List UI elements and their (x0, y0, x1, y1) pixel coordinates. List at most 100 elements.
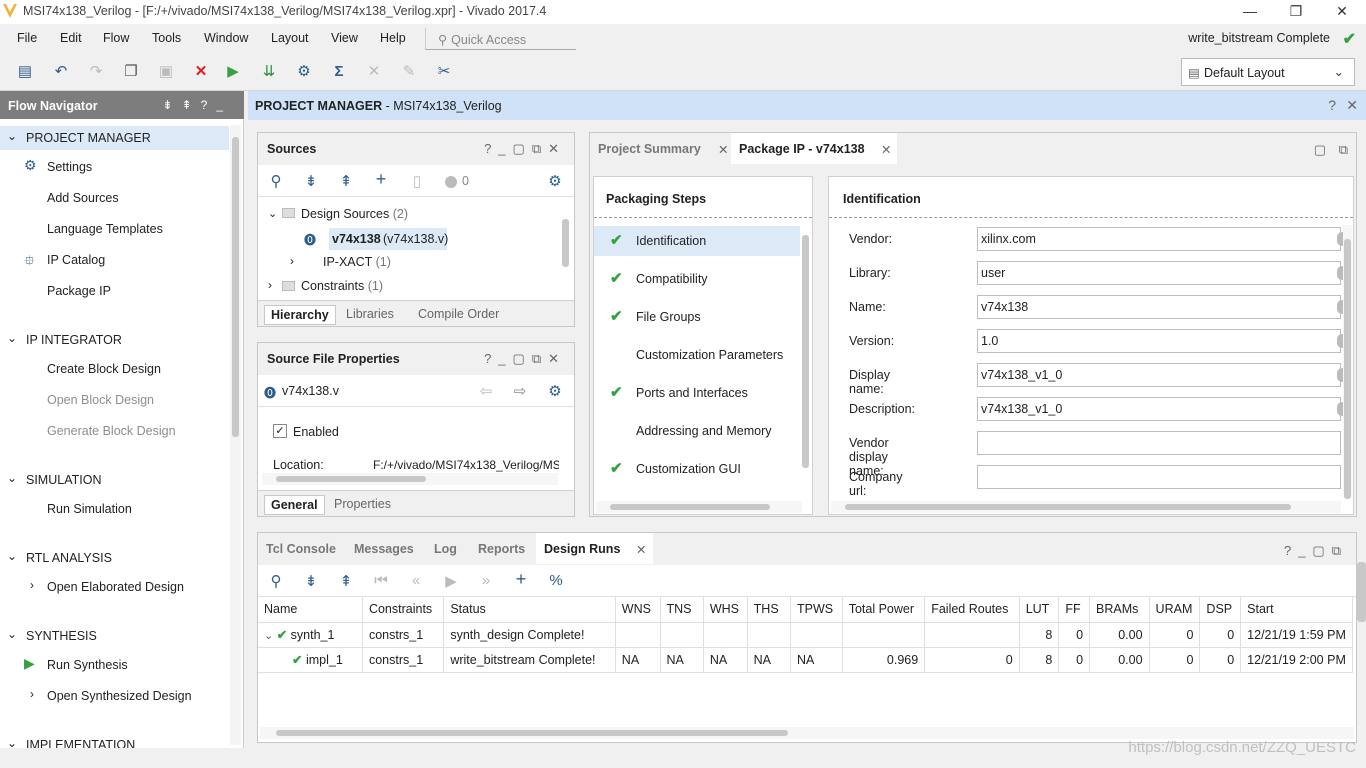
doc-icon[interactable]: ▯ (406, 172, 428, 190)
help-icon[interactable]: ? (1328, 97, 1336, 113)
tab-general[interactable]: General (264, 495, 325, 515)
nav-open-synthesized-design[interactable]: Open Synthesized Design (47, 689, 192, 703)
scroll-thumb[interactable] (276, 730, 788, 736)
display-name-input[interactable]: v74x138_v1_0 (977, 363, 1341, 387)
step-identification[interactable]: ✔ Identification (594, 226, 800, 256)
close-icon[interactable]: ✕ (1346, 97, 1358, 114)
tab-log[interactable]: Log (426, 533, 465, 564)
play-icon[interactable]: ▶ (440, 572, 462, 590)
table-row[interactable]: ✔ impl_1 constrs_1 write_bitstream Compl… (258, 647, 1353, 673)
panel-controls-icon[interactable]: ?_▢⧉✕ (484, 351, 566, 367)
col-start[interactable]: Start (1240, 597, 1353, 623)
col-tns[interactable]: TNS (660, 597, 704, 623)
vendor-display-name-input[interactable] (977, 431, 1341, 455)
scroll-thumb[interactable] (802, 235, 809, 468)
nav-language-templates[interactable]: Language Templates (47, 222, 163, 236)
program-device-icon[interactable]: ⇊ (258, 62, 280, 82)
nav-settings[interactable]: Settings (47, 160, 92, 174)
col-uram[interactable]: URAM (1149, 597, 1201, 623)
menu-view[interactable]: View (331, 31, 358, 45)
col-constraints[interactable]: Constraints (362, 597, 445, 623)
section-synthesis[interactable]: ⌄ SYNTHESIS (0, 624, 229, 648)
props-hscrollbar[interactable] (262, 473, 558, 485)
open-project-icon[interactable]: ▤ (14, 62, 36, 82)
menu-file[interactable]: File (17, 31, 37, 45)
col-whs[interactable]: WHS (703, 597, 748, 623)
tab-hierarchy[interactable]: Hierarchy (264, 305, 336, 325)
cancel-tool-icon[interactable]: ✂ (433, 62, 455, 82)
step-customization-parameters[interactable]: Customization Parameters (594, 340, 800, 370)
vendor-input[interactable]: xilinx.com (977, 227, 1341, 251)
right-edge-scrollbar[interactable] (1357, 562, 1366, 622)
col-name[interactable]: Name (258, 597, 363, 623)
col-wns[interactable]: WNS (615, 597, 661, 623)
menu-layout[interactable]: Layout (271, 31, 309, 45)
section-ip-integrator[interactable]: ⌄ IP INTEGRATOR (0, 328, 229, 352)
maximize-icon[interactable]: ▢ (1314, 142, 1326, 158)
scroll-thumb[interactable] (232, 137, 239, 437)
tab-tcl-console[interactable]: Tcl Console (258, 533, 344, 564)
layout-select[interactable]: ▤ Default Layout ⌄ (1181, 58, 1355, 86)
tab-compile-order[interactable]: Compile Order (412, 305, 505, 323)
first-icon[interactable]: ⏮ (370, 572, 392, 589)
col-brams[interactable]: BRAMs (1089, 597, 1150, 623)
chevron-right-icon[interactable]: › (290, 254, 294, 268)
nav-generate-block-design[interactable]: Generate Block Design (47, 424, 176, 438)
tree-constraints[interactable]: Constraints (1) (301, 279, 383, 293)
chevron-right-icon[interactable]: › (30, 578, 34, 592)
ident-scrollbar[interactable] (1343, 225, 1352, 499)
expand-all-icon[interactable]: ⇞ (335, 572, 357, 590)
panel-controls-icon[interactable]: ?_▢⧉ (1284, 543, 1348, 559)
gear-icon[interactable]: ⚙ (544, 172, 566, 190)
edit-disabled-icon[interactable]: ✎ (398, 62, 420, 82)
tree-ipxact[interactable]: IP-XACT (1) (323, 255, 391, 269)
tab-package-ip[interactable]: Package IP - v74x138 (731, 133, 897, 164)
nav-package-ip[interactable]: Package IP (47, 284, 111, 298)
redo-icon[interactable]: ↷ (85, 62, 107, 82)
back-arrow-icon[interactable]: ⇦ (475, 382, 497, 400)
nav-run-synthesis[interactable]: Run Synthesis (47, 658, 128, 672)
copy-icon[interactable]: ❐ (120, 62, 142, 82)
add-icon[interactable]: + (510, 569, 532, 590)
panel-controls-icon[interactable]: ?_▢⧉✕ (484, 141, 566, 157)
menu-tools[interactable]: Tools (152, 31, 181, 45)
float-icon[interactable]: ⧉ (1339, 142, 1348, 158)
scroll-thumb[interactable] (276, 476, 426, 482)
scroll-thumb[interactable] (845, 504, 1291, 510)
runs-hscrollbar[interactable] (260, 727, 1354, 739)
steps-hscrollbar[interactable] (596, 501, 802, 513)
run-icon[interactable]: ▶ (222, 62, 244, 82)
tool-disabled-icon[interactable]: ✕ (363, 62, 385, 82)
col-dsp[interactable]: DSP (1199, 597, 1242, 623)
close-icon[interactable]: ✕ (636, 542, 646, 557)
tab-properties[interactable]: Properties (328, 495, 397, 513)
col-ths[interactable]: THS (747, 597, 792, 623)
step-compatibility[interactable]: ✔ Compatibility (594, 264, 800, 294)
collapse-all-icon[interactable]: ⇟ (300, 572, 322, 590)
chevron-down-icon[interactable]: ⌄ (268, 207, 277, 220)
col-failed-routes[interactable]: Failed Routes (924, 597, 1020, 623)
menu-help[interactable]: Help (380, 31, 406, 45)
col-status[interactable]: Status (443, 597, 616, 623)
col-ff[interactable]: FF (1058, 597, 1091, 623)
nav-ip-catalog[interactable]: IP Catalog (47, 253, 105, 267)
gear-icon[interactable]: ⚙ (544, 382, 566, 400)
close-icon[interactable]: ✕ (881, 142, 891, 157)
quick-access-input[interactable]: ⚲ Quick Access (425, 28, 576, 50)
tree-design-sources[interactable]: Design Sources (2) (301, 207, 408, 221)
collapse-all-icon[interactable]: ⇟ (300, 172, 322, 190)
menu-window[interactable]: Window (204, 31, 248, 45)
forward-arrow-icon[interactable]: ⇨ (509, 382, 531, 400)
section-implementation[interactable]: ⌄ IMPLEMENTATION (0, 733, 229, 748)
close-icon[interactable]: ✕ (718, 142, 728, 157)
scroll-thumb[interactable] (1344, 239, 1351, 499)
settings-icon[interactable]: ⚙ (293, 62, 315, 82)
chevron-right-icon[interactable]: › (30, 687, 34, 701)
nav-open-block-design[interactable]: Open Block Design (47, 393, 154, 407)
nav-add-sources[interactable]: Add Sources (47, 191, 119, 205)
chevron-down-icon[interactable]: ⌄ (264, 630, 273, 642)
minimize-button[interactable]: — (1227, 0, 1273, 24)
previous-icon[interactable]: « (405, 572, 427, 589)
tab-messages[interactable]: Messages (346, 533, 422, 564)
step-file-groups[interactable]: ✔ File Groups (594, 302, 800, 332)
